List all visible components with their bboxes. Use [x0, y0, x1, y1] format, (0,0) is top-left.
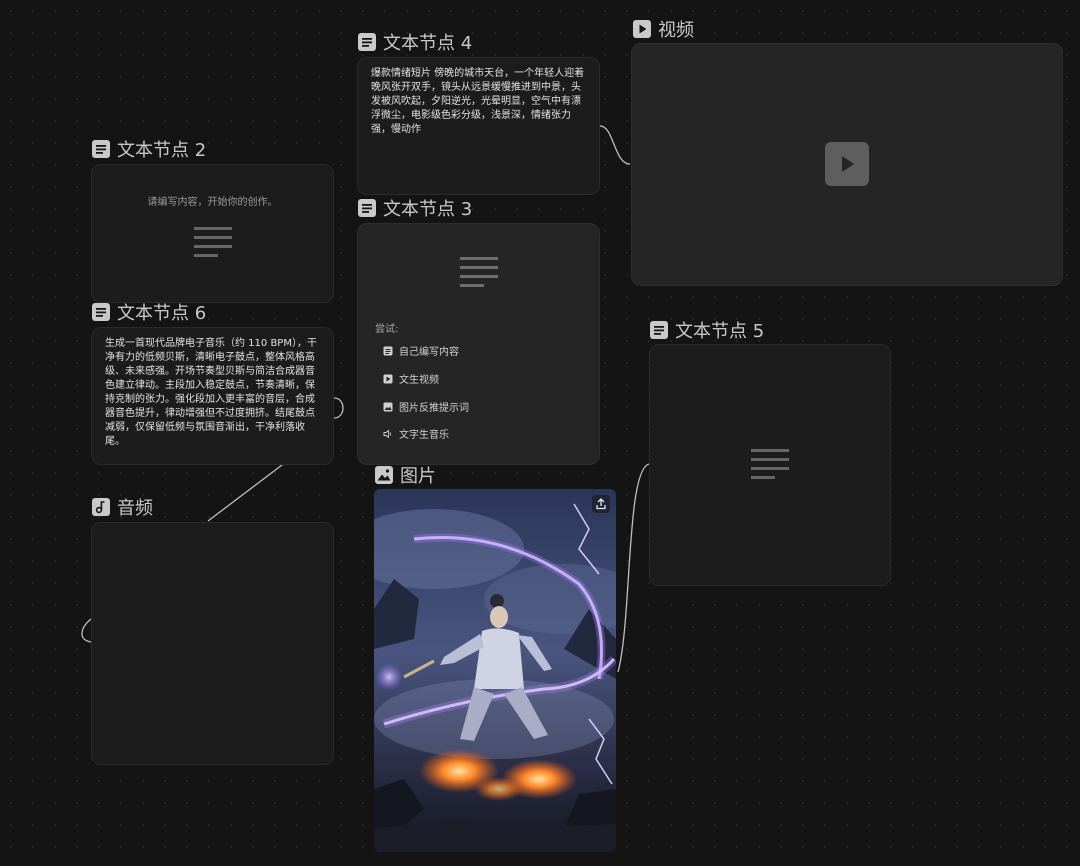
- suggestion-image-to-prompt[interactable]: 图片反推提示词: [383, 399, 469, 414]
- text-node-4-card[interactable]: 爆款情绪短片 傍晚的城市天台，一个年轻人迎着晚风张开双手，镜头从远景缓慢推进到中…: [357, 57, 600, 195]
- text-node-6-card[interactable]: 生成一首现代品牌电子音乐（约 110 BPM），干净有力的低频贝斯，清晰电子鼓点…: [91, 327, 334, 465]
- node-title-audio[interactable]: 音频: [91, 494, 153, 520]
- node-title-text2[interactable]: 文本节点 2: [91, 136, 206, 162]
- node-title-label: 音频: [117, 498, 153, 519]
- node-title-text5[interactable]: 文本节点 5: [649, 317, 764, 343]
- suggestion-label: 自己编写内容: [399, 347, 459, 358]
- node-title-label: 文本节点 4: [383, 33, 473, 54]
- text-node-2-placeholder[interactable]: 请编写内容，开始你的创作。: [92, 193, 333, 208]
- doc-icon: [383, 346, 393, 355]
- text-node-4-content[interactable]: 爆款情绪短片 傍晚的城市天台，一个年轻人迎着晚风张开双手，镜头从远景缓慢推进到中…: [371, 67, 589, 137]
- node-title-image[interactable]: 图片: [374, 462, 436, 488]
- warrior-lightning-image: [374, 489, 616, 852]
- document-icon: [358, 199, 376, 217]
- video-play-button[interactable]: [825, 142, 869, 186]
- edge-audio-left: [81, 618, 92, 643]
- document-icon: [92, 140, 110, 158]
- node-title-text6[interactable]: 文本节点 6: [91, 299, 206, 325]
- node-title-label: 文本节点 2: [117, 140, 207, 161]
- audio-node-card[interactable]: [91, 522, 334, 765]
- image-share-button[interactable]: [592, 495, 610, 513]
- image-node-card[interactable]: [374, 489, 616, 852]
- node-title-label: 图片: [400, 466, 436, 487]
- edge-image-text5: [617, 463, 650, 673]
- suggestion-write-content[interactable]: 自己编写内容: [383, 343, 459, 358]
- edge-text6-audio: [207, 464, 283, 522]
- play-icon: [842, 156, 854, 172]
- suggestion-label: 图片反推提示词: [399, 403, 469, 414]
- node-title-label: 文本节点 3: [383, 199, 473, 220]
- node-title-text4[interactable]: 文本节点 4: [357, 29, 472, 55]
- speaker-icon: [383, 429, 392, 438]
- image-icon: [375, 466, 393, 484]
- text-node-6-content[interactable]: 生成一首现代品牌电子音乐（约 110 BPM），干净有力的低频贝斯，清晰电子鼓点…: [105, 337, 320, 449]
- document-icon: [358, 33, 376, 51]
- node-title-label: 文本节点 6: [117, 303, 207, 324]
- suggestion-label: 文生视频: [399, 375, 439, 386]
- node-title-label: 视频: [658, 20, 694, 41]
- document-lines-icon: [194, 227, 232, 257]
- image-icon: [383, 402, 393, 411]
- suggestion-text-to-video[interactable]: 文生视频: [383, 371, 439, 386]
- text-node-5-card[interactable]: [649, 344, 891, 586]
- share-icon: [596, 498, 606, 510]
- video-node-card[interactable]: [631, 43, 1063, 286]
- node-title-text3[interactable]: 文本节点 3: [357, 195, 472, 221]
- edge-text6-text3: [333, 397, 344, 419]
- document-icon: [650, 321, 668, 339]
- play-square-icon: [633, 20, 651, 38]
- try-label: 尝试:: [375, 324, 399, 335]
- node-title-video[interactable]: 视频: [632, 16, 694, 42]
- edge-text4-video: [599, 125, 631, 165]
- text-node-2-card[interactable]: 请编写内容，开始你的创作。: [91, 164, 334, 303]
- text-node-3-card[interactable]: 尝试: 自己编写内容 文生视频 图片反推提示词 文字生音乐: [357, 223, 600, 465]
- document-lines-icon: [460, 257, 498, 287]
- document-icon: [92, 303, 110, 321]
- suggestion-text-to-music[interactable]: 文字生音乐: [383, 426, 449, 441]
- suggestion-label: 文字生音乐: [399, 430, 449, 441]
- play-icon: [383, 374, 393, 383]
- workflow-canvas[interactable]: 文本节点 4 爆款情绪短片 傍晚的城市天台，一个年轻人迎着晚风张开双手，镜头从远…: [0, 0, 1080, 866]
- document-lines-icon: [751, 449, 789, 479]
- music-note-icon: [92, 498, 110, 516]
- node-title-label: 文本节点 5: [675, 321, 765, 342]
